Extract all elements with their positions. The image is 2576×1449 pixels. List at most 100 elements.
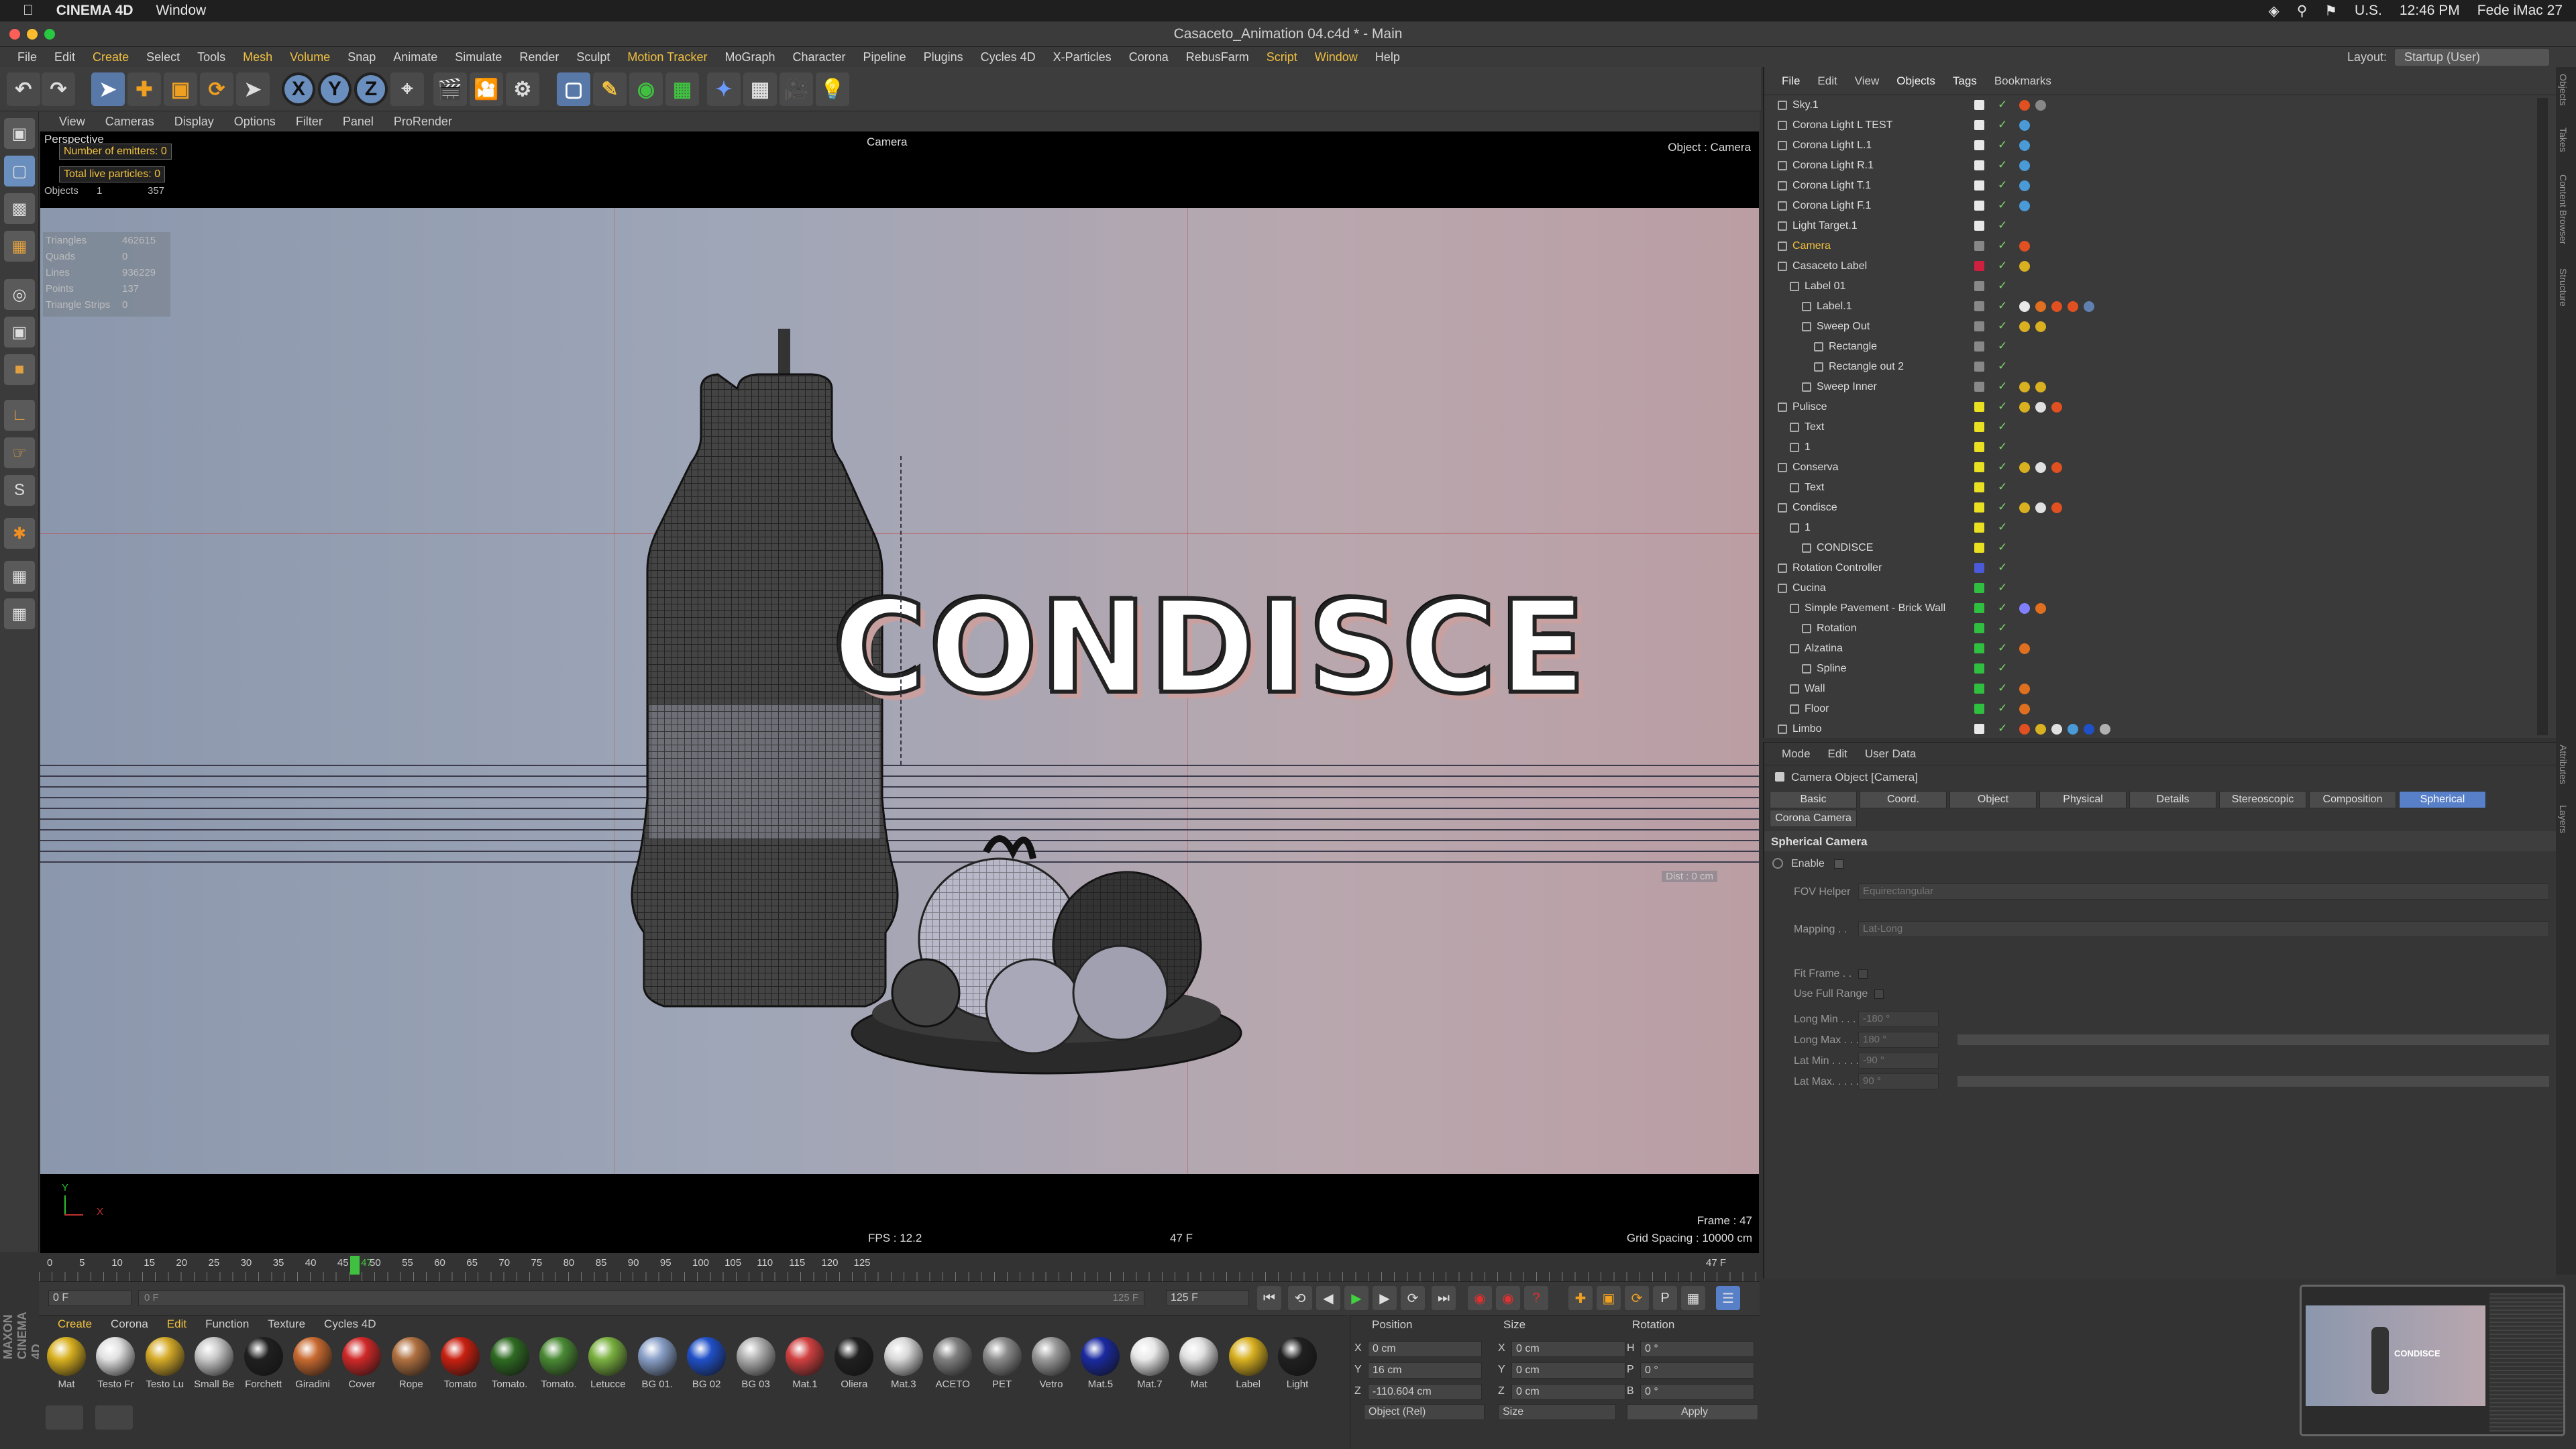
key-pla-button[interactable]: ▦ — [1681, 1286, 1705, 1310]
layer-color-swatch[interactable] — [1974, 301, 1984, 311]
object-row[interactable]: Sweep Inner ✓ — [1764, 377, 2536, 397]
object-tag-icon[interactable] — [2051, 301, 2062, 312]
object-tag-icon[interactable] — [2019, 321, 2030, 332]
layer-color-swatch[interactable] — [1974, 663, 1984, 674]
material-swatch[interactable]: BG 02 — [684, 1337, 729, 1390]
layer-color-swatch[interactable] — [1974, 402, 1984, 412]
layer-color-swatch[interactable] — [1974, 684, 1984, 694]
coord-value-field[interactable]: 0 ° — [1640, 1341, 1754, 1357]
material-swatch[interactable]: ACETO — [930, 1337, 975, 1390]
object-row[interactable]: Corona Light T.1 ✓ — [1764, 176, 2536, 196]
viewport-menu-panel[interactable]: Panel — [343, 115, 374, 129]
object-tag-icon[interactable] — [2019, 100, 2030, 111]
material-swatch[interactable]: Testo Lu — [143, 1337, 187, 1390]
menu-create[interactable]: Create — [93, 50, 129, 64]
maximize-window-icon[interactable] — [44, 29, 55, 40]
object-row[interactable]: Light Target.1 ✓ — [1764, 216, 2536, 236]
viewport-menu-options[interactable]: Options — [234, 115, 276, 129]
menu-snap[interactable]: Snap — [347, 50, 376, 64]
layer-color-swatch[interactable] — [1974, 382, 1984, 392]
dock-tab-content-browser[interactable]: Content Browser — [2558, 174, 2569, 244]
layer-color-swatch[interactable] — [1974, 100, 1984, 110]
visibility-check-icon[interactable]: ✓ — [1998, 661, 2007, 675]
menu-edit[interactable]: Edit — [54, 50, 75, 64]
object-row[interactable]: Alzatina ✓ — [1764, 639, 2536, 659]
object-tag-icon[interactable] — [2100, 724, 2110, 735]
coord-value-field[interactable]: 0 cm — [1511, 1384, 1625, 1400]
coord-value-field[interactable]: 0 cm — [1511, 1341, 1625, 1357]
range-slider[interactable] — [1957, 1034, 2549, 1045]
material-swatch[interactable]: Mat — [44, 1337, 89, 1390]
texture-mode-button[interactable]: ▩ — [4, 193, 35, 224]
visibility-check-icon[interactable]: ✓ — [1998, 460, 2007, 474]
object-tag-icon[interactable] — [2035, 603, 2046, 614]
scheme-settings-button[interactable]: ☰ — [1716, 1286, 1740, 1310]
key-parameter-button[interactable]: P — [1653, 1286, 1677, 1310]
visibility-check-icon[interactable]: ✓ — [1998, 299, 2007, 313]
object-tag-icon[interactable] — [2035, 724, 2046, 735]
menu-script[interactable]: Script — [1267, 50, 1297, 64]
object-row[interactable]: Text ✓ — [1764, 478, 2536, 498]
layer-color-swatch[interactable] — [1974, 160, 1984, 170]
layer-color-swatch[interactable] — [1974, 543, 1984, 553]
layer-color-swatch[interactable] — [1974, 502, 1984, 513]
move-tool-button[interactable]: ✚ — [127, 72, 161, 106]
object-row[interactable]: Conserva ✓ — [1764, 458, 2536, 478]
visibility-check-icon[interactable]: ✓ — [1998, 521, 2007, 534]
object-tag-icon[interactable] — [2035, 402, 2046, 413]
coordinate-system-button[interactable]: ⌖ — [390, 72, 424, 106]
visibility-check-icon[interactable]: ✓ — [1998, 400, 2007, 413]
search-icon[interactable]: ⚲ — [2297, 3, 2307, 19]
menu-window[interactable]: Window — [1315, 50, 1358, 64]
menu-animate[interactable]: Animate — [393, 50, 437, 64]
end-frame-field[interactable]: 125 F — [1166, 1290, 1249, 1306]
apply-button[interactable]: Apply — [1627, 1404, 1758, 1420]
visibility-check-icon[interactable]: ✓ — [1998, 98, 2007, 111]
visibility-check-icon[interactable]: ✓ — [1998, 541, 2007, 554]
material-swatch[interactable]: Oliera — [832, 1337, 876, 1390]
object-row[interactable]: Corona Light F.1 ✓ — [1764, 196, 2536, 216]
minimize-window-icon[interactable] — [27, 29, 38, 40]
material-swatch[interactable]: Rope — [389, 1337, 433, 1390]
next-frame-button[interactable]: ▶ — [1373, 1286, 1397, 1310]
material-swatch[interactable]: PET — [980, 1337, 1024, 1390]
object-row[interactable]: Text ✓ — [1764, 417, 2536, 437]
visibility-check-icon[interactable]: ✓ — [1998, 561, 2007, 574]
user-name[interactable]: Fede iMac 27 — [2477, 3, 2563, 19]
floor-object-button[interactable]: ▦ — [743, 72, 777, 106]
select-tool-button[interactable]: ➤ — [91, 72, 125, 106]
visibility-check-icon[interactable]: ✓ — [1998, 219, 2007, 232]
coord-value-field[interactable]: 0 ° — [1640, 1362, 1754, 1379]
layer-color-swatch[interactable] — [1974, 261, 1984, 271]
material-swatch[interactable]: Letucce — [586, 1337, 630, 1390]
object-row[interactable]: Corona Light L.1 ✓ — [1764, 136, 2536, 156]
coord-value-field[interactable]: 0 ° — [1640, 1384, 1754, 1400]
menu-corona[interactable]: Corona — [1129, 50, 1169, 64]
layer-color-swatch[interactable] — [1974, 583, 1984, 593]
visibility-check-icon[interactable]: ✓ — [1998, 319, 2007, 333]
key-rotation-button[interactable]: ⟳ — [1625, 1286, 1649, 1310]
material-swatch[interactable]: Mat.7 — [1128, 1337, 1172, 1390]
material-swatch[interactable]: Vetro — [1029, 1337, 1073, 1390]
object-row[interactable]: Simple Pavement - Brick Wall ✓ — [1764, 598, 2536, 619]
visibility-check-icon[interactable]: ✓ — [1998, 360, 2007, 373]
material-swatch[interactable]: Testo Fr — [93, 1337, 138, 1390]
object-row[interactable]: Corona Light L TEST ✓ — [1764, 115, 2536, 136]
layer-color-swatch[interactable] — [1974, 462, 1984, 472]
object-row[interactable]: Condisce ✓ — [1764, 498, 2536, 518]
menu-motion-tracker[interactable]: Motion Tracker — [627, 50, 707, 64]
menu-tools[interactable]: Tools — [197, 50, 225, 64]
range-slider[interactable] — [1957, 1076, 2549, 1087]
window-menu[interactable]: Window — [156, 3, 206, 19]
y-axis-lock-button[interactable]: Y — [318, 72, 352, 106]
input-language[interactable]: U.S. — [2355, 3, 2382, 19]
dock-tab-structure[interactable]: Structure — [2558, 268, 2569, 307]
layer-color-swatch[interactable] — [1974, 321, 1984, 331]
range-field-value[interactable]: -90 ° — [1858, 1053, 1939, 1069]
object-row[interactable]: Corona Light R.1 ✓ — [1764, 156, 2536, 176]
camera-label[interactable]: Camera — [867, 136, 907, 149]
material-swatch[interactable]: Mat.1 — [783, 1337, 827, 1390]
range-field-value[interactable]: 90 ° — [1858, 1073, 1939, 1089]
object-row[interactable]: Rectangle out 2 ✓ — [1764, 357, 2536, 377]
record-keys-button[interactable]: ◉ — [1468, 1286, 1492, 1310]
